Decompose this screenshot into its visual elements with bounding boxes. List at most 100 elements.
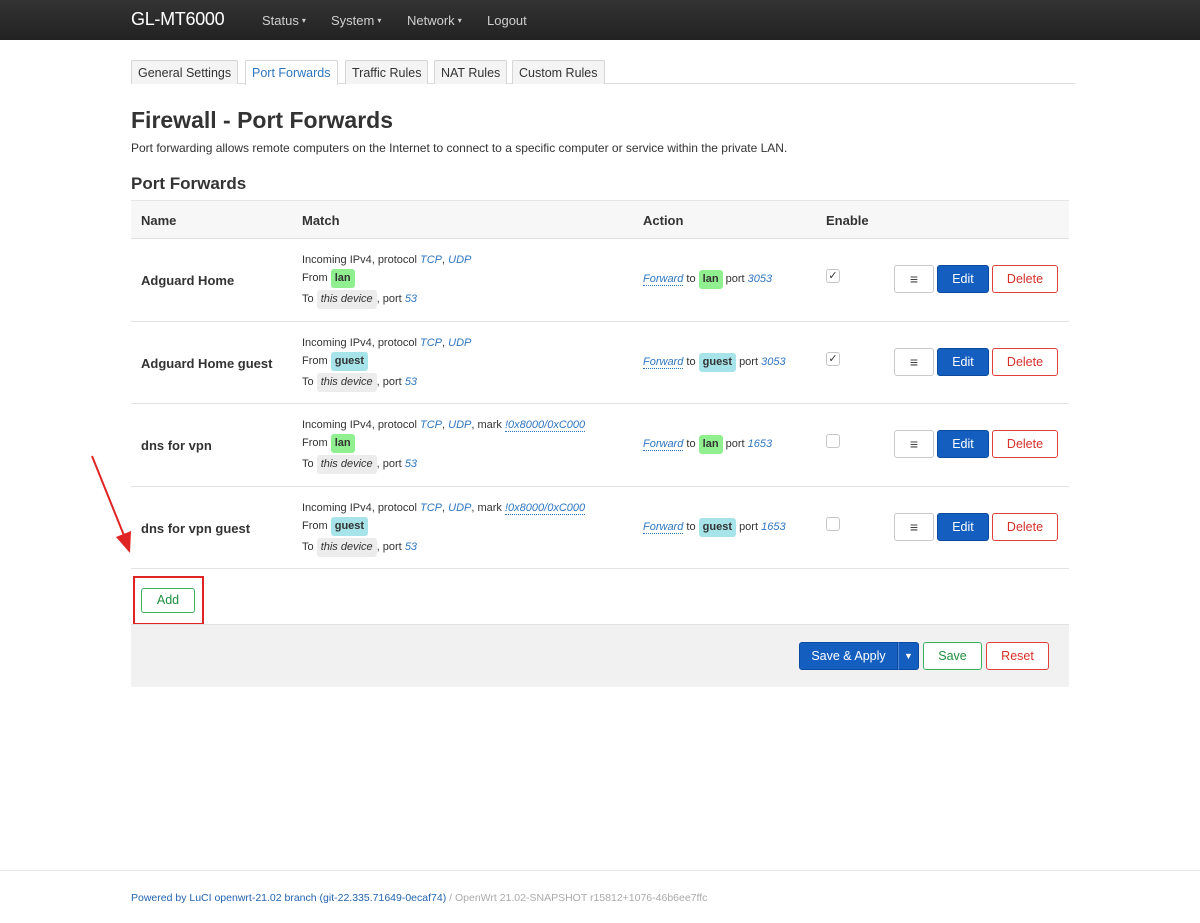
edit-button[interactable]: Edit: [937, 347, 989, 376]
footer-separator: /: [446, 892, 455, 904]
drag-handle-button[interactable]: ≡: [894, 265, 934, 293]
destination-port: 3053: [747, 273, 773, 285]
mark-value: !0x8000/0xC000: [505, 501, 586, 515]
tab-port-forwards[interactable]: Port Forwards: [245, 60, 338, 85]
rule-match: Incoming IPv4, protocol TCP, UDP, mark !…: [302, 417, 586, 475]
forward-link[interactable]: Forward: [643, 355, 684, 369]
annotation-arrow-icon: [91, 455, 131, 553]
table-row: dns for vpn Incoming IPv4, protocol TCP,…: [131, 404, 1069, 487]
destination-zone-badge: guest: [698, 517, 736, 537]
port-label: port: [739, 355, 759, 368]
tab-traffic-rules[interactable]: Traffic Rules: [345, 60, 429, 84]
menu-status[interactable]: Status ▾: [262, 13, 306, 28]
delete-button[interactable]: Delete: [992, 265, 1058, 293]
delete-button[interactable]: Delete: [992, 430, 1058, 458]
menu-status-label: Status: [262, 13, 299, 28]
enable-checkbox[interactable]: ✓: [826, 269, 840, 283]
port-forwards-table: Name Match Action Enable Adguard Home In…: [131, 200, 1069, 569]
rule-name: Adguard Home guest: [141, 355, 273, 371]
table-row: dns for vpn guest Incoming IPv4, protoco…: [131, 487, 1069, 569]
to-label: To: [302, 458, 314, 470]
protocol-udp: UDP: [448, 419, 472, 431]
edit-button[interactable]: Edit: [937, 430, 989, 458]
destination-port: 1653: [761, 520, 786, 533]
destination-device: this device: [316, 372, 377, 392]
enable-checkbox[interactable]: ✓: [826, 351, 840, 366]
menu-network[interactable]: Network ▾: [407, 13, 462, 28]
section-title: Port Forwards: [131, 174, 247, 193]
drag-handle-button[interactable]: ≡: [894, 512, 934, 541]
port-label: , port: [376, 293, 402, 305]
protocol-udp: UDP: [448, 336, 472, 349]
port-label: , port: [376, 540, 402, 553]
rule-match: Incoming IPv4, protocol TCP, UDP From la…: [302, 252, 471, 310]
delete-button[interactable]: Delete: [992, 512, 1058, 541]
header-name: Name: [141, 213, 177, 228]
mark-label: , mark: [471, 501, 505, 514]
tab-custom-rules[interactable]: Custom Rules: [512, 60, 605, 84]
page-description: Port forwarding allows remote computers …: [131, 141, 788, 155]
table-row: Adguard Home guest Incoming IPv4, protoc…: [131, 322, 1069, 404]
rule-action: Forward to lan port 3053: [643, 270, 772, 289]
enable-checkbox[interactable]: [826, 434, 840, 448]
brand-title[interactable]: GL-MT6000: [131, 9, 225, 30]
add-button[interactable]: Add: [141, 588, 195, 613]
page-title: Firewall - Port Forwards: [131, 107, 393, 133]
enable-checkbox[interactable]: [826, 516, 840, 531]
menu-system-label: System: [331, 13, 375, 28]
source-zone-badge: lan: [330, 434, 355, 453]
forward-link[interactable]: Forward: [643, 273, 684, 286]
port-label: port: [739, 520, 759, 533]
footer-divider: [0, 870, 1200, 871]
protocol-tcp: TCP: [420, 419, 443, 431]
tab-nat-rules[interactable]: NAT Rules: [434, 60, 508, 84]
drag-handle-button[interactable]: ≡: [894, 430, 934, 458]
edit-button[interactable]: Edit: [937, 512, 989, 541]
forward-link[interactable]: Forward: [643, 438, 684, 451]
menu-network-label: Network: [407, 13, 455, 28]
table-header: Name Match Action Enable: [131, 200, 1069, 239]
to-label: To: [302, 540, 314, 553]
source-port: 53: [404, 375, 418, 388]
to-label: To: [302, 293, 314, 305]
match-prefix: Incoming IPv4, protocol: [302, 419, 421, 431]
powered-by-link[interactable]: Powered by LuCI openwrt-21.02 branch (gi…: [131, 892, 446, 904]
to-word: to: [686, 438, 696, 450]
footer-version: OpenWrt 21.02-SNAPSHOT r15812+1076-46b6e…: [454, 892, 708, 904]
edit-button[interactable]: Edit: [937, 265, 989, 293]
tab-general-settings[interactable]: General Settings: [131, 60, 239, 84]
mark-value: !0x8000/0xC000: [505, 419, 586, 432]
protocol-udp: UDP: [448, 254, 472, 266]
source-zone-badge: lan: [330, 269, 355, 288]
from-label: From: [302, 272, 328, 284]
reset-button[interactable]: Reset: [986, 642, 1049, 670]
save-apply-button[interactable]: Save & Apply: [799, 642, 898, 670]
forward-link[interactable]: Forward: [643, 520, 684, 534]
destination-port: 3053: [761, 355, 786, 368]
to-label: To: [302, 375, 314, 388]
match-prefix: Incoming IPv4, protocol: [302, 254, 421, 266]
rule-action: Forward to lan port 1653: [643, 435, 772, 454]
header-enable: Enable: [826, 213, 869, 228]
menu-system[interactable]: System ▾: [331, 13, 381, 28]
save-apply-dropdown-icon[interactable]: ▼: [898, 642, 919, 670]
destination-device: this device: [316, 537, 377, 557]
chevron-down-icon: ▾: [377, 16, 382, 25]
rule-action: Forward to guest port 3053: [643, 352, 786, 372]
source-zone-badge: guest: [330, 351, 369, 371]
mark-label: , mark: [471, 419, 505, 431]
menu-logout[interactable]: Logout: [487, 13, 527, 28]
match-prefix: Incoming IPv4, protocol: [302, 501, 421, 514]
port-label: , port: [376, 458, 402, 470]
destination-device: this device: [316, 455, 377, 474]
from-label: From: [302, 519, 328, 532]
source-port: 53: [404, 458, 418, 470]
save-button[interactable]: Save: [923, 642, 982, 670]
chevron-down-icon: ▾: [301, 16, 306, 25]
destination-port: 1653: [747, 438, 773, 450]
destination-device: this device: [316, 290, 377, 309]
port-label: port: [725, 273, 745, 285]
drag-handle-button[interactable]: ≡: [894, 347, 934, 376]
match-prefix: Incoming IPv4, protocol: [302, 336, 421, 349]
delete-button[interactable]: Delete: [992, 347, 1058, 376]
